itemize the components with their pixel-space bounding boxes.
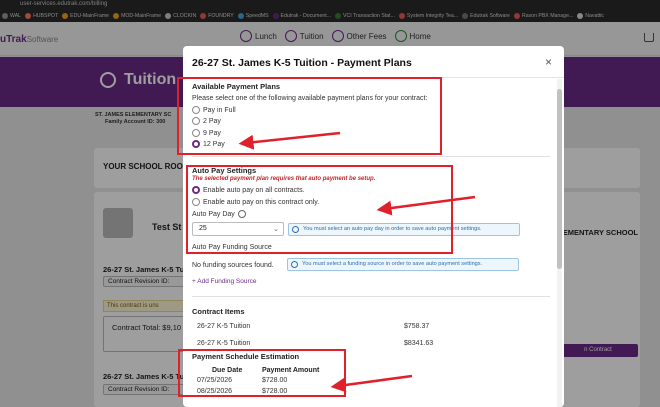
arrow-plans <box>238 131 341 150</box>
arrow-schedule <box>330 374 413 393</box>
arrow-autopay <box>376 195 476 216</box>
annotation-arrows <box>238 131 476 393</box>
